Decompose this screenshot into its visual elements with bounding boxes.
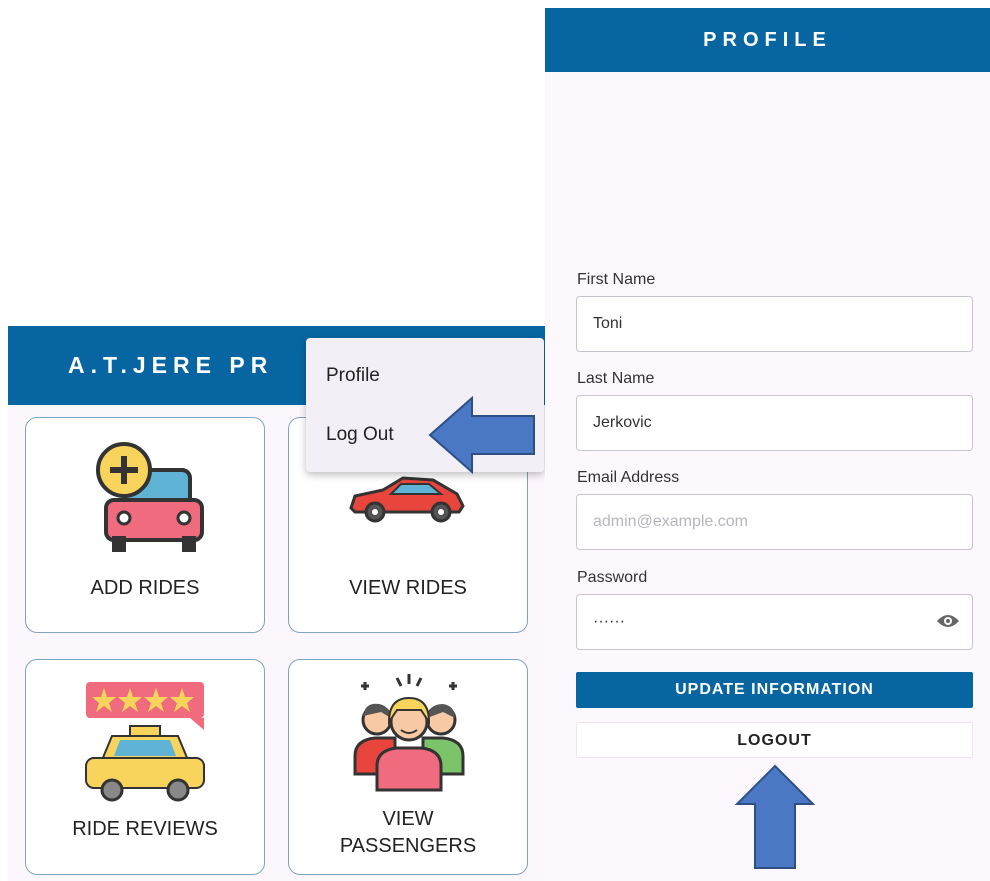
passengers-icon [353, 674, 465, 792]
profile-screen: PROFILE First Name Toni Last Name Jerkov… [545, 8, 990, 881]
ride-reviews-tile[interactable]: RIDE REVIEWS [25, 659, 265, 875]
email-label: Email Address [577, 469, 680, 486]
view-rides-label: VIEW RIDES [349, 577, 467, 599]
add-rides-tile[interactable]: ADD RIDES [25, 417, 265, 633]
last-name-label: Last Name [577, 370, 655, 387]
first-name-label: First Name [577, 271, 656, 288]
first-name-field[interactable]: Toni [576, 296, 973, 352]
menu-item-profile[interactable]: Profile [326, 365, 380, 387]
last-name-field[interactable]: Jerkovic [576, 395, 973, 451]
eye-icon[interactable] [936, 612, 960, 630]
password-label: Password [577, 569, 648, 586]
sports-car-icon [349, 476, 465, 523]
add-car-icon [96, 442, 204, 552]
view-passengers-label-line1: VIEW [382, 808, 434, 830]
taxi-review-icon [85, 682, 205, 802]
profile-title: PROFILE [545, 8, 990, 72]
update-information-button[interactable]: UPDATE INFORMATION [576, 672, 973, 708]
view-passengers-tile[interactable]: VIEW PASSENGERS [288, 659, 528, 875]
logout-button[interactable]: LOGOUT [576, 722, 973, 758]
add-rides-label: ADD RIDES [90, 577, 200, 599]
password-field[interactable]: ······ [576, 594, 973, 650]
left-arrow-icon [428, 396, 535, 474]
password-value: ······ [593, 613, 625, 630]
ride-reviews-label: RIDE REVIEWS [72, 818, 218, 840]
view-passengers-label-line2: PASSENGERS [339, 835, 477, 857]
email-field[interactable]: admin@example.com [576, 494, 973, 550]
up-arrow-icon [735, 764, 815, 869]
menu-item-log-out[interactable]: Log Out [326, 424, 394, 446]
